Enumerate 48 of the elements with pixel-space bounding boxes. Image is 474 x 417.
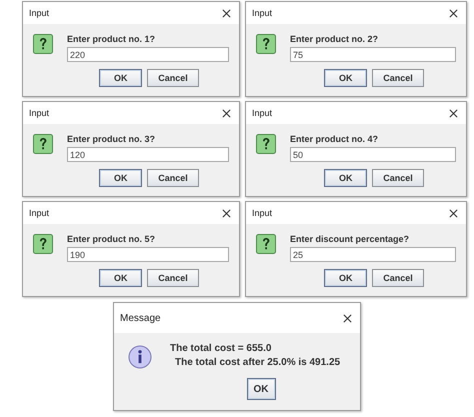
ok-button[interactable]: OK (99, 69, 142, 87)
input-field[interactable]: 220 (67, 47, 229, 62)
ok-button[interactable]: OK (99, 169, 142, 187)
close-icon[interactable] (449, 208, 458, 218)
dialog-title: Input (29, 208, 50, 218)
message-text: The total cost = 655.0 (170, 343, 272, 354)
input-field[interactable]: 190 (67, 247, 229, 262)
close-icon[interactable] (222, 8, 231, 18)
prompt-label: Enter product no. 4? (290, 134, 380, 144)
prompt-label: Enter product no. 5? (67, 234, 156, 244)
cancel-button[interactable]: Cancel (147, 69, 199, 87)
question-icon (33, 234, 53, 254)
question-icon (33, 134, 53, 154)
dialog-title: Input (252, 208, 272, 218)
ok-button[interactable]: OK (324, 269, 368, 287)
ok-button[interactable]: OK (324, 169, 368, 187)
prompt-label: Enter product no. 3? (67, 134, 156, 144)
close-icon[interactable] (222, 108, 231, 118)
prompt-label: Enter discount percentage? (290, 234, 410, 244)
ok-button[interactable]: OK (246, 378, 276, 400)
question-icon (33, 34, 53, 54)
cancel-button[interactable]: Cancel (147, 169, 199, 187)
close-icon[interactable] (343, 314, 352, 322)
question-icon (256, 134, 276, 154)
dialog-title: Input (29, 8, 50, 18)
input-field[interactable]: 25 (290, 247, 456, 262)
input-field[interactable]: 50 (290, 147, 456, 162)
cancel-button[interactable]: Cancel (372, 269, 424, 287)
dialog-title: Input (29, 108, 50, 118)
dialog-title: Message (120, 312, 161, 324)
info-icon (128, 345, 152, 369)
dialog-title: Input (252, 108, 272, 118)
ok-button[interactable]: OK (99, 269, 142, 287)
cancel-button[interactable]: Cancel (147, 269, 199, 287)
cancel-button[interactable]: Cancel (372, 169, 424, 187)
close-icon[interactable] (449, 8, 458, 18)
cancel-button[interactable]: Cancel (372, 69, 424, 87)
prompt-label: Enter product no. 1? (67, 34, 156, 44)
question-icon (256, 234, 276, 254)
input-field[interactable]: 75 (290, 47, 456, 62)
ok-button[interactable]: OK (324, 69, 368, 87)
question-icon (256, 34, 276, 54)
dialog-title: Input (252, 8, 272, 18)
prompt-label: Enter product no. 2? (290, 34, 380, 44)
close-icon[interactable] (222, 208, 231, 218)
message-text: The total cost after 25.0% is 491.25 (174, 357, 342, 368)
close-icon[interactable] (449, 108, 458, 118)
input-field[interactable]: 120 (67, 147, 229, 162)
